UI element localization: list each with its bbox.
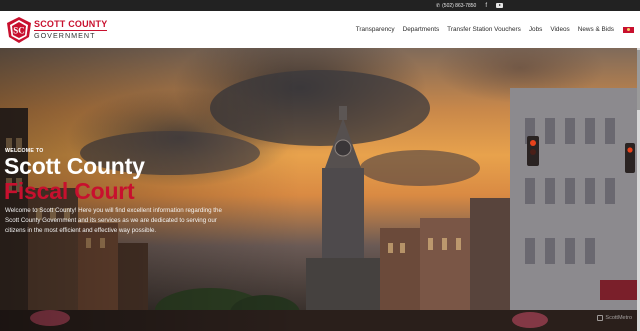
main-nav: Transparency Departments Transfer Statio… — [356, 11, 634, 48]
logo-monogram: SC — [13, 26, 25, 36]
flag-icon[interactable] — [623, 26, 634, 33]
hero-title-line1: Scott County — [4, 153, 145, 179]
logo-line1: SCOTT COUNTY — [34, 19, 108, 30]
nav-transfer-station-vouchers[interactable]: Transfer Station Vouchers — [447, 26, 521, 33]
top-utility-bar: ✆ (502) 863-7850 f — [0, 0, 640, 11]
youtube-icon[interactable] — [496, 3, 503, 8]
watermark-text: ScottMetro — [605, 315, 632, 321]
county-seal-icon: SC — [7, 17, 31, 43]
nav-transparency[interactable]: Transparency — [356, 26, 395, 33]
nav-departments[interactable]: Departments — [403, 26, 440, 33]
logo-wordmark: SCOTT COUNTY GOVERNMENT — [34, 19, 108, 41]
phone-link[interactable]: ✆ (502) 863-7850 — [436, 3, 476, 9]
facebook-icon[interactable]: f — [485, 3, 487, 9]
nav-news-bids[interactable]: News & Bids — [578, 26, 614, 33]
phone-icon: ✆ — [435, 2, 441, 9]
watermark-icon — [597, 315, 604, 321]
nav-jobs[interactable]: Jobs — [529, 26, 543, 33]
site-logo[interactable]: SC SCOTT COUNTY GOVERNMENT — [7, 16, 108, 44]
photo-watermark: ScottMetro — [597, 315, 632, 321]
hero-banner: WELCOME TO Scott County Fiscal Court Wel… — [0, 48, 640, 331]
nav-videos[interactable]: Videos — [550, 26, 569, 33]
hero-title-line2: Fiscal Court — [4, 178, 135, 204]
site-header: SC SCOTT COUNTY GOVERNMENT Transparency … — [0, 11, 640, 48]
hero-intro-text: Welcome to Scott County! Here you will f… — [5, 207, 222, 234]
phone-number: (502) 863-7850 — [442, 2, 477, 9]
logo-line2: GOVERNMENT — [34, 31, 96, 41]
